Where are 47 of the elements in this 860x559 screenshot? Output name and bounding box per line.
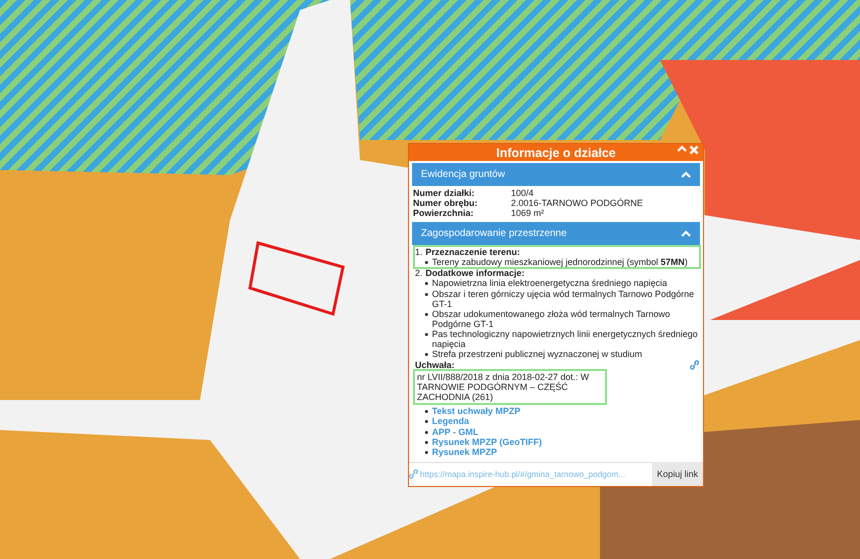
item-heading: Przeznaczenie terenu: bbox=[426, 247, 520, 258]
field-value: 100/4 bbox=[511, 188, 534, 198]
list-number: 1. bbox=[415, 247, 423, 258]
bullet-icon bbox=[425, 440, 428, 444]
collapse-icon[interactable] bbox=[681, 230, 691, 238]
field-label: Numer obrębu: bbox=[413, 198, 479, 208]
field-label: Powierzchnia: bbox=[413, 208, 475, 218]
field-label: Numer działki: bbox=[413, 188, 476, 198]
bullet-text: Obszar i teren górniczy ujęcia wód termalnych Tarnowo Podgórne GT-1 bbox=[432, 288, 695, 309]
document-link[interactable]: Legenda bbox=[432, 416, 470, 427]
bullet-icon bbox=[425, 292, 428, 296]
bullet-text: Pas technologiczny napowietrznych linii energetycznych średniego napięcia bbox=[432, 328, 699, 350]
document-link[interactable]: APP - GML bbox=[432, 426, 478, 437]
document-link[interactable]: Tekst uchwały MPZP bbox=[432, 406, 520, 416]
resolution-label: Uchwała: bbox=[415, 360, 455, 370]
bullet-text: Strefa przestrzeni publicznej wyznaczonej w studium bbox=[432, 349, 642, 360]
link-icon[interactable] bbox=[690, 360, 699, 370]
bullet-text: Tereny zabudowy mieszkaniowej jednorodzinnej (symbol 57MN) bbox=[432, 257, 688, 268]
section-header[interactable]: Ewidencja gruntów bbox=[412, 163, 700, 186]
copy-link-button[interactable]: Kopiuj link bbox=[652, 462, 703, 486]
item-heading: Dodatkowe informacje: bbox=[426, 268, 525, 278]
bullet-icon bbox=[425, 282, 428, 286]
collapse-icon[interactable] bbox=[681, 171, 691, 178]
bullet-icon bbox=[425, 420, 428, 424]
bullet-icon bbox=[425, 450, 428, 454]
bullet-icon bbox=[425, 410, 428, 414]
popup-title: Informacje o działce bbox=[496, 146, 616, 160]
bullet-icon bbox=[425, 353, 428, 356]
field-value: 2.0016-TARNOWO PODGÓRNE bbox=[511, 198, 643, 208]
bullet-text: Obszar udokumentowanego złoża wód termalnych Tarnowo Podgórne GT-1 bbox=[432, 308, 671, 329]
document-link[interactable]: Rysunek MPZP (GeoTIFF) bbox=[432, 436, 542, 447]
list-number: 2. bbox=[415, 268, 423, 278]
resolution-text: nr LVII/888/2018 z dnia 2018-02-27 dot.: W TARNOWIE PODGÓRNYM – CZĘŚĆ ZACHODNIA (261) bbox=[415, 371, 605, 404]
bullet-icon bbox=[425, 332, 428, 336]
bullet-icon bbox=[425, 430, 428, 434]
close-icon[interactable] bbox=[689, 145, 699, 155]
section-header[interactable]: Zagospodarowanie przestrzenne bbox=[412, 222, 700, 246]
section-title: Ewidencja gruntów bbox=[421, 168, 505, 180]
bullet-icon bbox=[425, 261, 428, 264]
link-icon bbox=[409, 469, 418, 480]
bullet-icon bbox=[425, 312, 428, 316]
field-value: 1069 m² bbox=[511, 208, 544, 218]
collapse-icon[interactable] bbox=[677, 145, 687, 152]
section-title: Zagospodarowanie przestrzenne bbox=[421, 228, 567, 240]
document-link[interactable]: Rysunek MPZP bbox=[432, 446, 498, 457]
share-url[interactable]: https://mapa.inspire-hub.pl/#/gmina_tarnowo_podgom... bbox=[418, 470, 652, 479]
bullet-text: Napowietrzna linia elektroenergetyczna średniego napięcia bbox=[432, 278, 668, 289]
